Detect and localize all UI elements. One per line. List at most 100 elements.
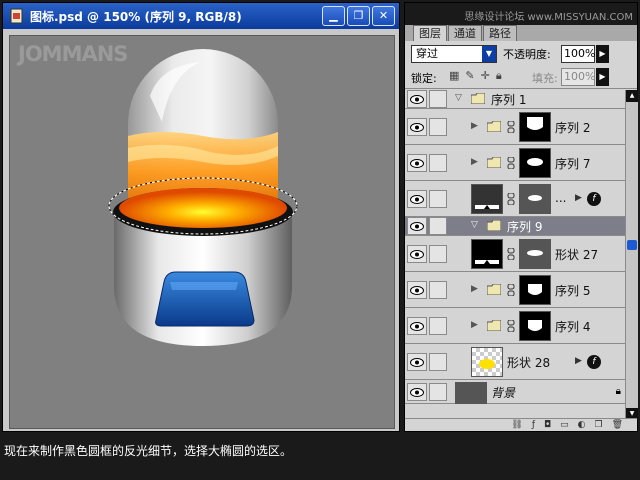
tab-channels[interactable]: 通道 <box>448 25 482 41</box>
effects-expand-icon[interactable]: ▶ <box>575 356 582 366</box>
trash-icon[interactable]: 🗑︎ <box>612 420 623 430</box>
adjustment-layer-icon[interactable]: ◐ <box>578 420 586 430</box>
lock-transparency-icon[interactable]: ▦ <box>449 69 459 83</box>
folder-icon <box>487 283 501 295</box>
visibility-toggle[interactable] <box>407 189 427 208</box>
visibility-toggle[interactable] <box>407 382 427 401</box>
layer-mask-thumbnail[interactable] <box>519 275 551 305</box>
chain-icon <box>507 156 515 169</box>
layer-row[interactable]: 形状 28 ▶ f <box>405 344 625 380</box>
lock-icon: 🔒︎ <box>615 385 621 397</box>
layer-row[interactable]: ... ▶ f <box>405 181 625 217</box>
link-toggle[interactable] <box>429 90 447 108</box>
scroll-up-icon[interactable]: ▲ <box>626 90 638 102</box>
opacity-input[interactable]: 100% <box>561 45 595 63</box>
layer-row[interactable]: ▶ 序列 4 <box>405 308 625 344</box>
chain-icon <box>507 283 515 296</box>
link-toggle[interactable] <box>429 244 447 263</box>
link-toggle[interactable] <box>429 316 447 335</box>
layer-row[interactable]: ▽ 序列 1 <box>405 90 625 109</box>
layer-mask-thumbnail[interactable] <box>519 311 551 341</box>
layer-thumbnail[interactable] <box>471 184 503 214</box>
link-toggle[interactable] <box>429 280 447 299</box>
layer-row-selected[interactable]: ▽ 序列 9 <box>405 217 625 236</box>
link-toggle[interactable] <box>429 153 447 172</box>
add-mask-icon[interactable]: ◘ <box>544 420 551 430</box>
restore-button[interactable]: ❐ <box>347 6 370 26</box>
site-watermark: 思缘设计论坛 www.MISSYUAN.COM <box>464 12 633 23</box>
visibility-toggle[interactable] <box>407 280 427 299</box>
visibility-toggle[interactable] <box>407 217 427 235</box>
link-toggle[interactable] <box>429 352 447 371</box>
eye-icon <box>410 194 424 204</box>
layer-thumbnail[interactable] <box>471 347 503 377</box>
visibility-toggle[interactable] <box>407 316 427 335</box>
link-toggle[interactable] <box>429 117 447 136</box>
eye-icon <box>410 158 424 168</box>
image-canvas[interactable]: JOMMANS <box>9 35 395 429</box>
fill-input[interactable]: 100% <box>561 68 595 86</box>
layer-name: 序列 9 <box>507 220 543 234</box>
collapse-triangle-icon[interactable]: ▶ <box>471 284 478 294</box>
tab-layers[interactable]: 图层 <box>413 25 447 41</box>
layer-row[interactable]: 背景 🔒︎ <box>405 380 625 404</box>
collapse-triangle-icon[interactable]: ▶ <box>471 157 478 167</box>
collapse-triangle-icon[interactable]: ▶ <box>471 320 478 330</box>
layer-name: 背景 <box>491 385 516 400</box>
layer-mask-thumbnail[interactable] <box>519 239 551 269</box>
layer-style-icon[interactable]: ƒ <box>532 420 535 430</box>
link-toggle[interactable] <box>429 382 447 401</box>
minimize-button[interactable]: ▁ <box>322 6 345 26</box>
visibility-toggle[interactable] <box>407 90 427 108</box>
visibility-toggle[interactable] <box>407 153 427 172</box>
blend-mode-select[interactable]: 穿过 ▼ <box>411 45 497 63</box>
layer-thumbnail[interactable] <box>471 239 503 269</box>
link-layers-icon[interactable]: ⛓ <box>511 420 522 430</box>
expand-triangle-icon[interactable]: ▽ <box>471 220 478 230</box>
tab-paths[interactable]: 路径 <box>483 25 517 41</box>
collapse-triangle-icon[interactable]: ▶ <box>471 121 478 131</box>
folder-icon <box>487 220 501 231</box>
close-button[interactable]: ✕ <box>372 6 395 26</box>
link-toggle[interactable] <box>429 189 447 208</box>
document-title: 图标.psd @ 150% (序列 9, RGB/8) <box>30 9 242 24</box>
scroll-thumb[interactable] <box>627 240 637 250</box>
layer-mask-thumbnail[interactable] <box>519 184 551 214</box>
fill-slider-button[interactable]: ▶ <box>596 68 609 86</box>
effects-expand-icon[interactable]: ▶ <box>575 193 582 203</box>
new-layer-icon[interactable]: ❐ <box>594 420 602 430</box>
opacity-slider-button[interactable]: ▶ <box>596 45 609 63</box>
layer-name: 序列 4 <box>555 319 591 334</box>
level-indicator <box>475 260 499 264</box>
shape-preview <box>479 359 495 369</box>
layer-row[interactable]: ▶ 序列 5 <box>405 272 625 308</box>
visibility-toggle[interactable] <box>407 244 427 263</box>
layer-row[interactable]: ▶ 序列 7 <box>405 145 625 181</box>
mask-shape <box>527 158 543 166</box>
layer-options: 穿过 ▼ 不透明度: 100% ▶ 锁定: ▦ ✎ ✛ 🔒︎ 填充: 100% … <box>405 43 637 89</box>
level-indicator <box>475 205 499 209</box>
expand-triangle-icon[interactable]: ▽ <box>455 93 462 103</box>
link-toggle[interactable] <box>429 217 447 235</box>
visibility-toggle[interactable] <box>407 352 427 371</box>
lock-move-icon[interactable]: ✛ <box>481 69 490 83</box>
mask-shape <box>528 284 542 295</box>
document-title-bar[interactable]: 图标.psd @ 150% (序列 9, RGB/8) ▁ ❐ ✕ <box>3 3 399 29</box>
layer-row[interactable]: ▶ 序列 2 <box>405 109 625 145</box>
eye-icon <box>410 357 424 367</box>
layer-name: 序列 2 <box>555 120 591 135</box>
layer-row[interactable]: 形状 27 <box>405 236 625 272</box>
document-window: 图标.psd @ 150% (序列 9, RGB/8) ▁ ❐ ✕ JOMMAN… <box>2 2 400 432</box>
layer-mask-thumbnail[interactable] <box>519 112 551 142</box>
lock-all-icon[interactable]: 🔒︎ <box>496 69 502 83</box>
layer-thumbnail[interactable] <box>455 382 487 404</box>
lock-brush-icon[interactable]: ✎ <box>465 69 474 83</box>
layer-name: 形状 28 <box>507 355 551 370</box>
visibility-toggle[interactable] <box>407 117 427 136</box>
layers-list: ▽ 序列 1 ▶ 序列 2 ▶ 序列 7 ... ▶ f ▽ 序列 9 形状 2… <box>405 90 625 420</box>
layer-name: 形状 27 <box>555 247 599 262</box>
palette-title-bar[interactable]: 思缘设计论坛 www.MISSYUAN.COM <box>405 3 637 25</box>
layer-mask-thumbnail[interactable] <box>519 148 551 178</box>
layers-scrollbar[interactable]: ▲ ▼ <box>625 90 638 420</box>
new-group-icon[interactable]: ▭ <box>560 420 569 430</box>
